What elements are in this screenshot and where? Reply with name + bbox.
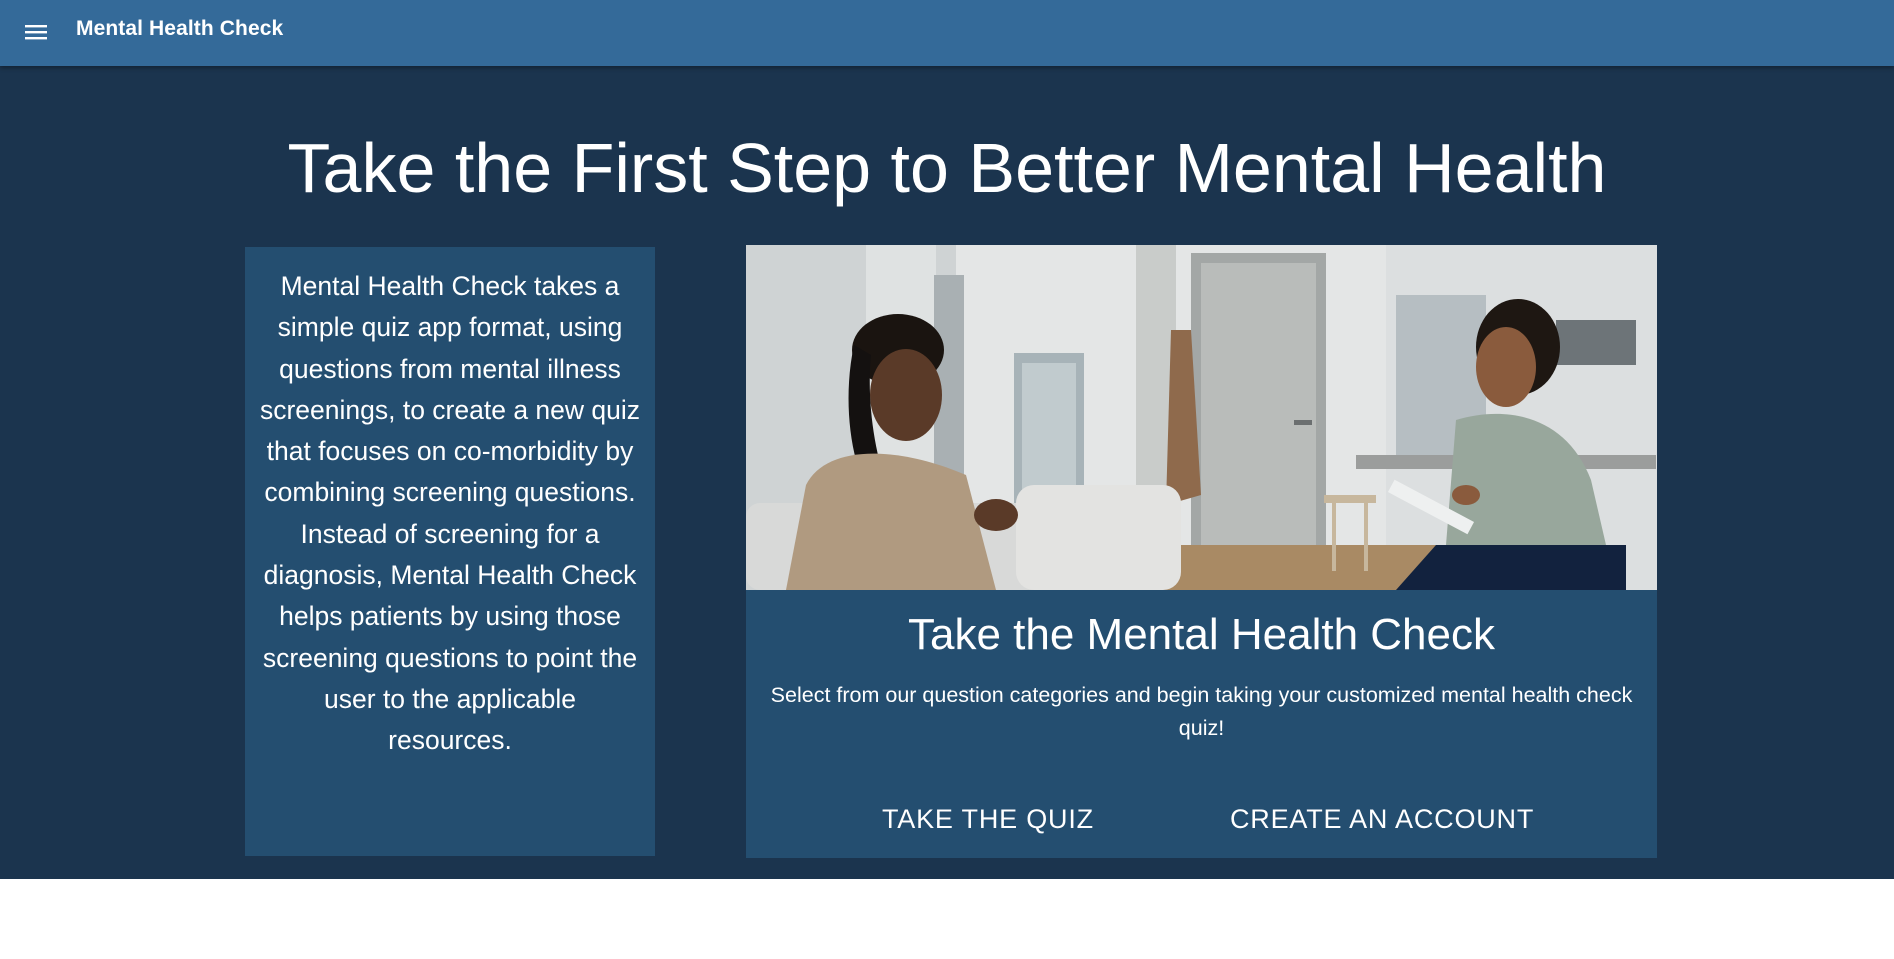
hero-section: Take the First Step to Better Mental Hea… — [0, 66, 1894, 879]
cta-card: Take the Mental Health Check Select from… — [746, 245, 1657, 858]
info-card: Mental Health Check takes a simple quiz … — [245, 247, 655, 856]
info-description: Mental Health Check takes a simple quiz … — [259, 271, 641, 756]
app-bar: Mental Health Check — [0, 0, 1894, 66]
take-quiz-button[interactable]: TAKE THE QUIZ — [868, 793, 1108, 845]
create-account-button[interactable]: CREATE AN ACCOUNT — [1216, 793, 1548, 845]
hero-title: Take the First Step to Better Mental Hea… — [287, 129, 1607, 207]
cta-title: Take the Mental Health Check — [908, 610, 1495, 659]
cta-description: Select from our question categories and … — [770, 683, 1633, 740]
counseling-photo — [746, 245, 1657, 590]
app-title[interactable]: Mental Health Check — [76, 17, 283, 41]
hamburger-menu-icon[interactable] — [20, 16, 52, 48]
